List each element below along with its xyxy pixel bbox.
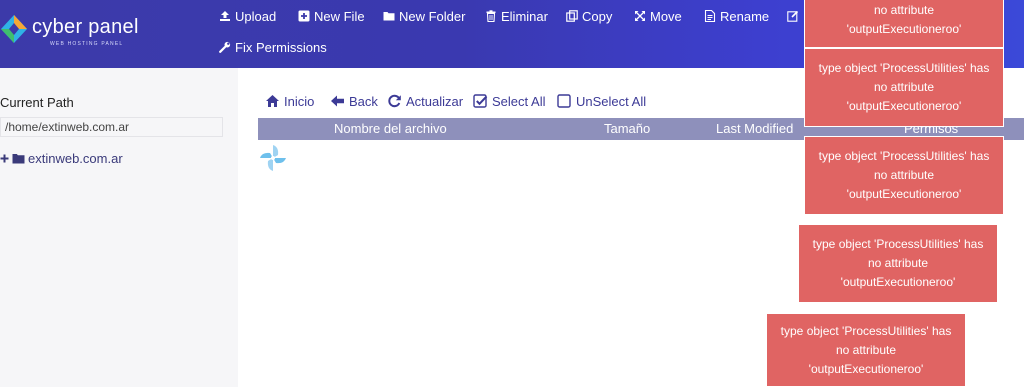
- toast-line: no attribute: [873, 168, 935, 182]
- delete-button[interactable]: Eliminar: [485, 6, 548, 26]
- toast-line: type object 'ProcessUtilities' has: [812, 237, 984, 251]
- rename-label: Rename: [720, 8, 770, 24]
- fix-permissions-label: Fix Permissions: [235, 39, 327, 55]
- upload-label: Upload: [235, 8, 277, 24]
- toast-line: type object 'ProcessUtilities' has: [818, 61, 990, 75]
- home-label: Inicio: [284, 93, 315, 109]
- delete-label: Eliminar: [501, 8, 548, 24]
- current-path-label: Current Path: [0, 95, 74, 110]
- toast-line: 'outputExecutioneroo': [840, 275, 956, 289]
- error-toast[interactable]: type object 'ProcessUtilities' has no at…: [804, 48, 1004, 127]
- cyberpanel-logo[interactable]: cyber panel WEB HOSTING PANEL: [0, 12, 150, 52]
- refresh-icon: [388, 94, 401, 108]
- toast-line: no attribute: [867, 256, 929, 270]
- toast-line: 'outputExecutioneroo': [846, 99, 962, 113]
- square-icon: [557, 94, 571, 108]
- copy-label: Copy: [582, 8, 613, 24]
- current-path-field[interactable]: /home/extinweb.com.ar: [0, 117, 223, 137]
- home-button[interactable]: Inicio: [265, 92, 314, 110]
- refresh-label: Actualizar: [406, 93, 464, 109]
- fix-permissions-button[interactable]: Fix Permissions: [219, 37, 327, 57]
- upload-icon: [220, 11, 230, 21]
- rename-button[interactable]: Rename: [704, 6, 769, 26]
- back-button[interactable]: Back: [330, 92, 378, 110]
- toast-line: no attribute: [873, 3, 935, 17]
- tree-item-domain[interactable]: extinweb.com.ar: [0, 149, 123, 167]
- wrench-icon: [219, 41, 231, 53]
- toast-line: 'outputExecutioneroo': [846, 187, 962, 201]
- move-button[interactable]: Move: [634, 6, 682, 26]
- new-folder-button[interactable]: New Folder: [383, 6, 465, 26]
- upload-button[interactable]: Upload: [219, 6, 276, 26]
- error-toast[interactable]: type object 'ProcessUtilities' has no at…: [804, 136, 1004, 215]
- toast-line: 'outputExecutioneroo': [846, 22, 962, 36]
- check-square-icon: [473, 94, 488, 108]
- folder-icon: [383, 12, 395, 21]
- plus-square-icon: [298, 10, 310, 22]
- refresh-button[interactable]: Actualizar: [387, 92, 463, 110]
- error-toast[interactable]: no attribute 'outputExecutioneroo': [804, 0, 1004, 48]
- unselect-all-label: UnSelect All: [576, 93, 647, 109]
- trash-icon: [486, 10, 496, 22]
- error-toast[interactable]: type object 'ProcessUtilities' has no at…: [766, 313, 966, 387]
- folder-icon: [12, 153, 25, 163]
- loading-spinner-icon: [260, 145, 286, 171]
- column-header-name[interactable]: Nombre del archivo: [334, 121, 447, 136]
- move-label: Move: [650, 8, 682, 24]
- arrow-left-icon: [331, 95, 344, 107]
- file-text-icon: [704, 10, 716, 22]
- error-toast[interactable]: type object 'ProcessUtilities' has no at…: [798, 224, 998, 303]
- cyberpanel-logo-icon: [1, 15, 27, 43]
- brand-name: cyber panel: [32, 16, 139, 38]
- toast-line: type object 'ProcessUtilities' has: [818, 149, 990, 163]
- arrows-alt-icon: [635, 11, 645, 21]
- select-all-label: Select All: [492, 93, 546, 109]
- new-folder-label: New Folder: [399, 8, 466, 24]
- brand-tagline: WEB HOSTING PANEL: [50, 41, 124, 47]
- column-header-modified[interactable]: Last Modified: [716, 121, 793, 136]
- unselect-all-button[interactable]: UnSelect All: [557, 92, 646, 110]
- new-file-label: New File: [314, 8, 365, 24]
- edit-icon: [787, 10, 799, 22]
- tree-item-label: extinweb.com.ar: [28, 150, 123, 166]
- toast-line: no attribute: [835, 342, 897, 357]
- toast-line: 'outputExecutioneroo': [808, 361, 924, 376]
- edit-button[interactable]: [787, 6, 799, 26]
- column-header-size[interactable]: Tamaño: [604, 121, 650, 136]
- home-icon: [266, 95, 279, 107]
- sidebar: Current Path /home/extinweb.com.ar extin…: [0, 68, 238, 387]
- toast-line: type object 'ProcessUtilities' has: [780, 323, 952, 338]
- new-file-button[interactable]: New File: [298, 6, 365, 26]
- copy-button[interactable]: Copy: [566, 6, 612, 26]
- copy-icon: [566, 10, 578, 22]
- back-label: Back: [349, 93, 378, 109]
- toast-line: no attribute: [873, 80, 935, 94]
- select-all-button[interactable]: Select All: [473, 92, 545, 110]
- plus-icon[interactable]: [0, 154, 9, 163]
